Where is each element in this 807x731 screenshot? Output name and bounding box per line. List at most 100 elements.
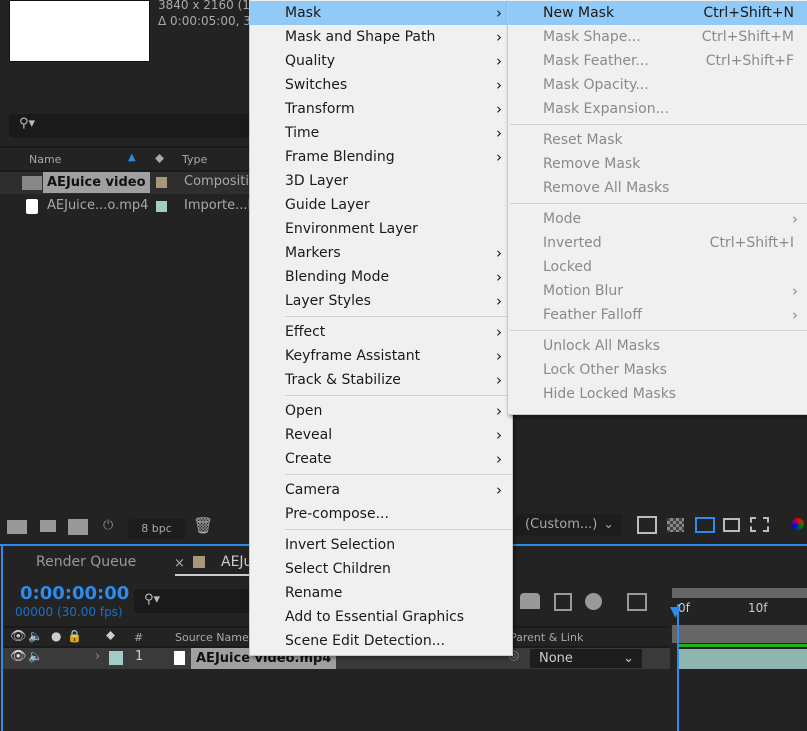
menu-item-quality[interactable]: Quality › xyxy=(250,49,512,73)
current-time[interactable]: 0:00:00:00 xyxy=(20,583,129,604)
menu-item-mask-and-shape-path[interactable]: Mask and Shape Path › xyxy=(250,25,512,49)
layer-duration-bar[interactable] xyxy=(679,649,807,669)
menu-item-time[interactable]: Time › xyxy=(250,121,512,145)
menu-item-label: Inverted xyxy=(543,235,602,251)
submenu-arrow-icon: › xyxy=(792,306,798,324)
menu-item-new-mask[interactable]: New Mask Ctrl+Shift+N xyxy=(508,1,807,25)
label-tag-icon: ⬥ xyxy=(106,628,116,643)
menu-item-mask-expansion[interactable]: Mask Expansion... xyxy=(508,97,807,121)
menu-item-3d-layer[interactable]: 3D Layer xyxy=(250,169,512,193)
menu-item-pre-compose[interactable]: Pre-compose... xyxy=(250,502,512,526)
solo-icon[interactable]: ● xyxy=(51,629,61,643)
transparency-grid-icon[interactable] xyxy=(667,518,684,532)
frame-blending-icon[interactable] xyxy=(554,593,572,611)
menu-item-guide-layer[interactable]: Guide Layer xyxy=(250,193,512,217)
menu-item-label: Create xyxy=(285,451,332,467)
menu-item-effect[interactable]: Effect › xyxy=(250,320,512,344)
menu-item-environment-layer[interactable]: Environment Layer xyxy=(250,217,512,241)
expand-chevron-icon[interactable]: › xyxy=(95,649,100,664)
menu-item-remove-mask[interactable]: Remove Mask xyxy=(508,152,807,176)
bpc-button[interactable]: 8 bpc xyxy=(128,519,185,539)
video-toggle-icon[interactable]: 👁 xyxy=(10,649,27,664)
menu-item-markers[interactable]: Markers › xyxy=(250,241,512,265)
close-tab-icon[interactable]: × xyxy=(174,556,185,571)
audio-toggle-icon[interactable]: 🔈 xyxy=(28,649,43,663)
video-switch-icon[interactable]: 👁 xyxy=(10,629,27,644)
menu-item-label: Mode xyxy=(543,211,582,227)
menu-item-label: Switches xyxy=(285,77,348,93)
menu-item-add-to-essential-graphics[interactable]: Add to Essential Graphics xyxy=(250,605,512,629)
menu-item-select-children[interactable]: Select Children xyxy=(250,557,512,581)
menu-item-blending-mode[interactable]: Blending Mode › xyxy=(250,265,512,289)
menu-item-mode[interactable]: Mode › xyxy=(508,207,807,231)
layer-search-input[interactable]: ⚲▾ xyxy=(134,589,250,613)
tab-composition[interactable]: AEJu xyxy=(221,554,252,570)
menu-item-keyframe-assistant[interactable]: Keyframe Assistant › xyxy=(250,344,512,368)
new-folder-icon[interactable] xyxy=(40,520,56,532)
grid-guides-icon[interactable] xyxy=(750,517,769,532)
fast-previews-icon[interactable] xyxy=(637,516,657,534)
menu-item-label: Mask xyxy=(285,5,322,21)
sort-ascending-icon[interactable]: ▲ xyxy=(128,152,136,163)
channel-icon[interactable] xyxy=(792,518,804,530)
new-composition-icon[interactable] xyxy=(68,519,88,535)
project-thumbnail xyxy=(9,0,150,62)
work-area-bar[interactable] xyxy=(672,588,807,598)
graph-editor-icon[interactable] xyxy=(627,593,647,611)
menu-item-track-stabilize[interactable]: Track & Stabilize › xyxy=(250,368,512,392)
menu-item-locked[interactable]: Locked xyxy=(508,255,807,279)
project-search-input[interactable]: ⚲▾ xyxy=(9,114,249,138)
menu-item-layer-styles[interactable]: Layer Styles › xyxy=(250,289,512,313)
resolution-dropdown[interactable]: (Custom...) ⌄ xyxy=(515,514,622,536)
menu-item-hide-locked-masks[interactable]: Hide Locked Masks xyxy=(508,382,807,406)
menu-item-mask-shape[interactable]: Mask Shape... Ctrl+Shift+M xyxy=(508,25,807,49)
project-item[interactable]: AEJuice video Compositi xyxy=(0,172,249,194)
menu-item-mask-opacity[interactable]: Mask Opacity... xyxy=(508,73,807,97)
column-name[interactable]: Name xyxy=(29,153,61,166)
interpret-footage-icon[interactable] xyxy=(7,520,27,534)
draft-3d-icon[interactable] xyxy=(520,593,540,609)
menu-item-lock-other-masks[interactable]: Lock Other Masks xyxy=(508,358,807,382)
submenu-arrow-icon: › xyxy=(496,52,502,70)
menu-item-label: Camera xyxy=(285,482,340,498)
parent-dropdown[interactable]: None ⌄ xyxy=(530,649,642,668)
layer-label-color[interactable] xyxy=(109,651,123,665)
menu-item-reset-mask[interactable]: Reset Mask xyxy=(508,128,807,152)
menu-item-open[interactable]: Open › xyxy=(250,399,512,423)
menu-item-feather-falloff[interactable]: Feather Falloff › xyxy=(508,303,807,327)
lock-icon[interactable]: 🔒 xyxy=(67,629,82,643)
menu-item-camera[interactable]: Camera › xyxy=(250,478,512,502)
menu-item-switches[interactable]: Switches › xyxy=(250,73,512,97)
column-type[interactable]: Type xyxy=(182,153,207,166)
menu-item-transform[interactable]: Transform › xyxy=(250,97,512,121)
menu-item-scene-edit-detection[interactable]: Scene Edit Detection... xyxy=(250,629,512,653)
menu-item-label: New Mask xyxy=(543,5,615,21)
render-icon[interactable]: ⏻ xyxy=(103,518,113,533)
playhead[interactable] xyxy=(677,604,679,731)
menu-item-inverted[interactable]: Inverted Ctrl+Shift+I xyxy=(508,231,807,255)
menu-item-reveal[interactable]: Reveal › xyxy=(250,423,512,447)
playhead-handle[interactable]: ▼ xyxy=(670,604,681,620)
audio-switch-icon[interactable]: 🔈 xyxy=(28,629,43,643)
frame-rate: 00000 (30.00 fps) xyxy=(15,605,123,619)
menu-item-create[interactable]: Create › xyxy=(250,447,512,471)
menu-item-invert-selection[interactable]: Invert Selection xyxy=(250,533,512,557)
menu-item-mask[interactable]: Mask › xyxy=(250,1,512,25)
column-source-name[interactable]: Source Name xyxy=(175,631,249,644)
menu-item-remove-all-masks[interactable]: Remove All Masks xyxy=(508,176,807,200)
trash-icon[interactable]: 🗑 xyxy=(193,516,213,535)
menu-item-unlock-all-masks[interactable]: Unlock All Masks xyxy=(508,334,807,358)
mask-visibility-icon[interactable] xyxy=(695,517,715,533)
column-parent-link[interactable]: Parent & Link xyxy=(510,631,583,644)
menu-item-rename[interactable]: Rename xyxy=(250,581,512,605)
menu-item-label: Feather Falloff xyxy=(543,307,642,323)
tab-render-queue[interactable]: Render Queue xyxy=(36,554,136,570)
region-of-interest-icon[interactable] xyxy=(723,518,740,532)
motion-blur-icon[interactable] xyxy=(585,593,602,610)
menu-item-frame-blending[interactable]: Frame Blending › xyxy=(250,145,512,169)
project-item[interactable]: AEJuice...o.mp4 Importe...E xyxy=(0,196,256,218)
menu-item-mask-feather[interactable]: Mask Feather... Ctrl+Shift+F xyxy=(508,49,807,73)
submenu-arrow-icon: › xyxy=(496,268,502,286)
submenu-arrow-icon: › xyxy=(496,76,502,94)
menu-item-motion-blur[interactable]: Motion Blur › xyxy=(508,279,807,303)
